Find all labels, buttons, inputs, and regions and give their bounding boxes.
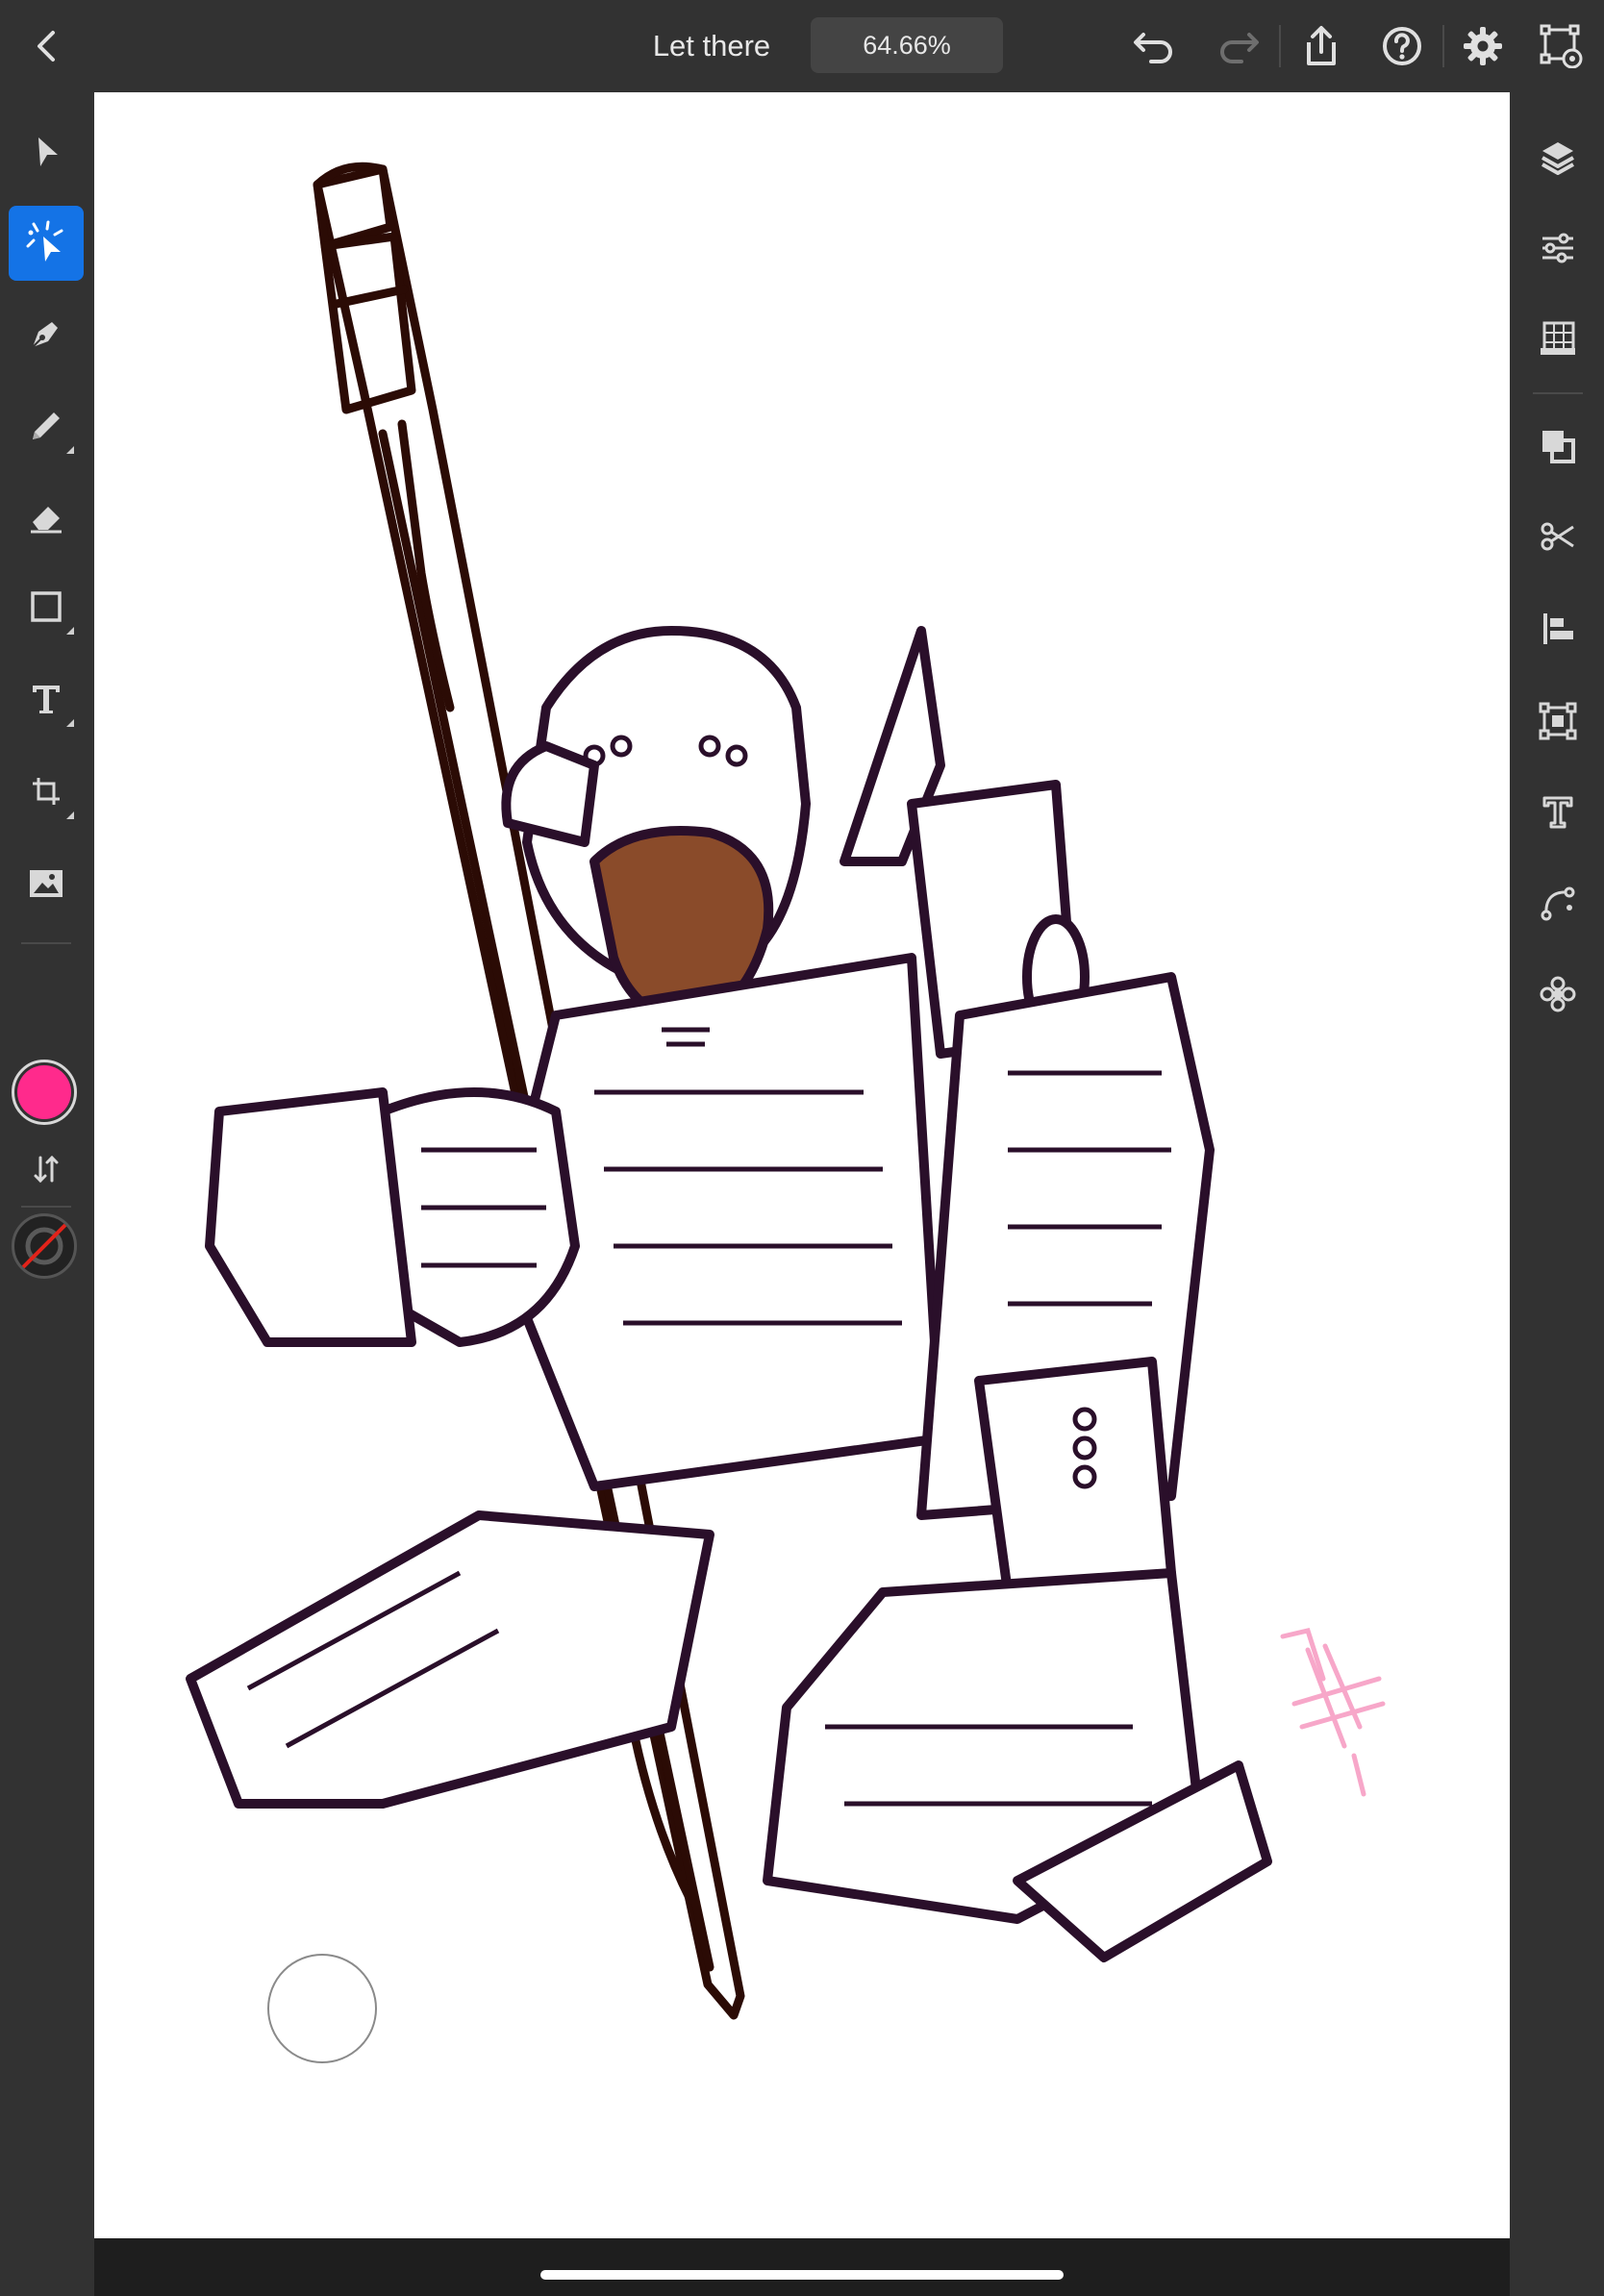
canvas-bottom-bar [94,2238,1510,2296]
properties-sliders-icon[interactable] [1531,221,1585,275]
scissors-icon[interactable] [1531,510,1585,563]
home-indicator[interactable] [540,2270,1064,2280]
eraser-tool[interactable] [9,479,84,554]
left-toolbar [0,92,94,2296]
rectangle-tool[interactable] [9,569,84,644]
top-bar: Let there 64.66% [0,0,1604,92]
align-left-icon[interactable] [1531,602,1585,656]
repeat-pattern-icon[interactable] [1531,967,1585,1021]
zoom-level[interactable]: 64.66% [811,17,1003,73]
transform-box-icon[interactable] [1531,694,1585,748]
divider [21,1206,71,1208]
pen-tool[interactable] [9,296,84,371]
eraser-icon [31,507,62,534]
line-art-illustration [186,162,1386,2020]
path-curve-icon[interactable] [1531,875,1585,929]
pencil-icon [33,412,60,439]
pencil-tool[interactable] [9,388,84,463]
artboard-canvas[interactable] [94,92,1510,2238]
fill-color-swatch[interactable] [12,1060,77,1125]
rectangle-icon [31,591,62,622]
no-stroke-icon [18,1220,70,1272]
divider [21,942,71,944]
armored-figure [186,626,1272,1962]
arrow-pointer-icon [38,137,58,166]
undo-icon[interactable] [1127,19,1181,73]
text-T-icon [33,686,60,713]
combine-shapes-icon[interactable] [1531,419,1585,473]
artboard-preview-icon[interactable] [1535,19,1589,73]
share-icon[interactable] [1294,19,1348,73]
image-tool[interactable] [9,846,84,921]
help-icon[interactable] [1375,19,1429,73]
divider [1279,25,1281,67]
transform-crop-icon [33,778,60,805]
swap-fill-stroke-icon[interactable] [9,1138,84,1200]
divider [1533,392,1583,394]
transform-tool[interactable] [9,754,84,829]
artist-signature [1280,1628,1386,1797]
brush-cursor-ring [267,1954,377,2063]
right-panel [1510,92,1604,2296]
document-title[interactable]: Let there [615,27,808,65]
settings-gear-icon[interactable] [1456,19,1510,73]
grid-guides-icon[interactable] [1531,312,1585,365]
redo-icon[interactable] [1212,19,1266,73]
pen-nib-icon [32,322,58,348]
stroke-color-swatch[interactable] [12,1213,77,1279]
back-chevron-icon[interactable] [23,23,69,69]
direct-selection-tool[interactable] [9,206,84,281]
type-properties-icon[interactable] [1531,785,1585,838]
type-tool[interactable] [9,661,84,736]
direct-select-sparkle-icon [26,220,63,262]
selection-tool[interactable] [9,115,84,190]
layers-icon[interactable] [1531,131,1585,185]
image-icon [30,870,63,897]
divider [1442,25,1444,67]
